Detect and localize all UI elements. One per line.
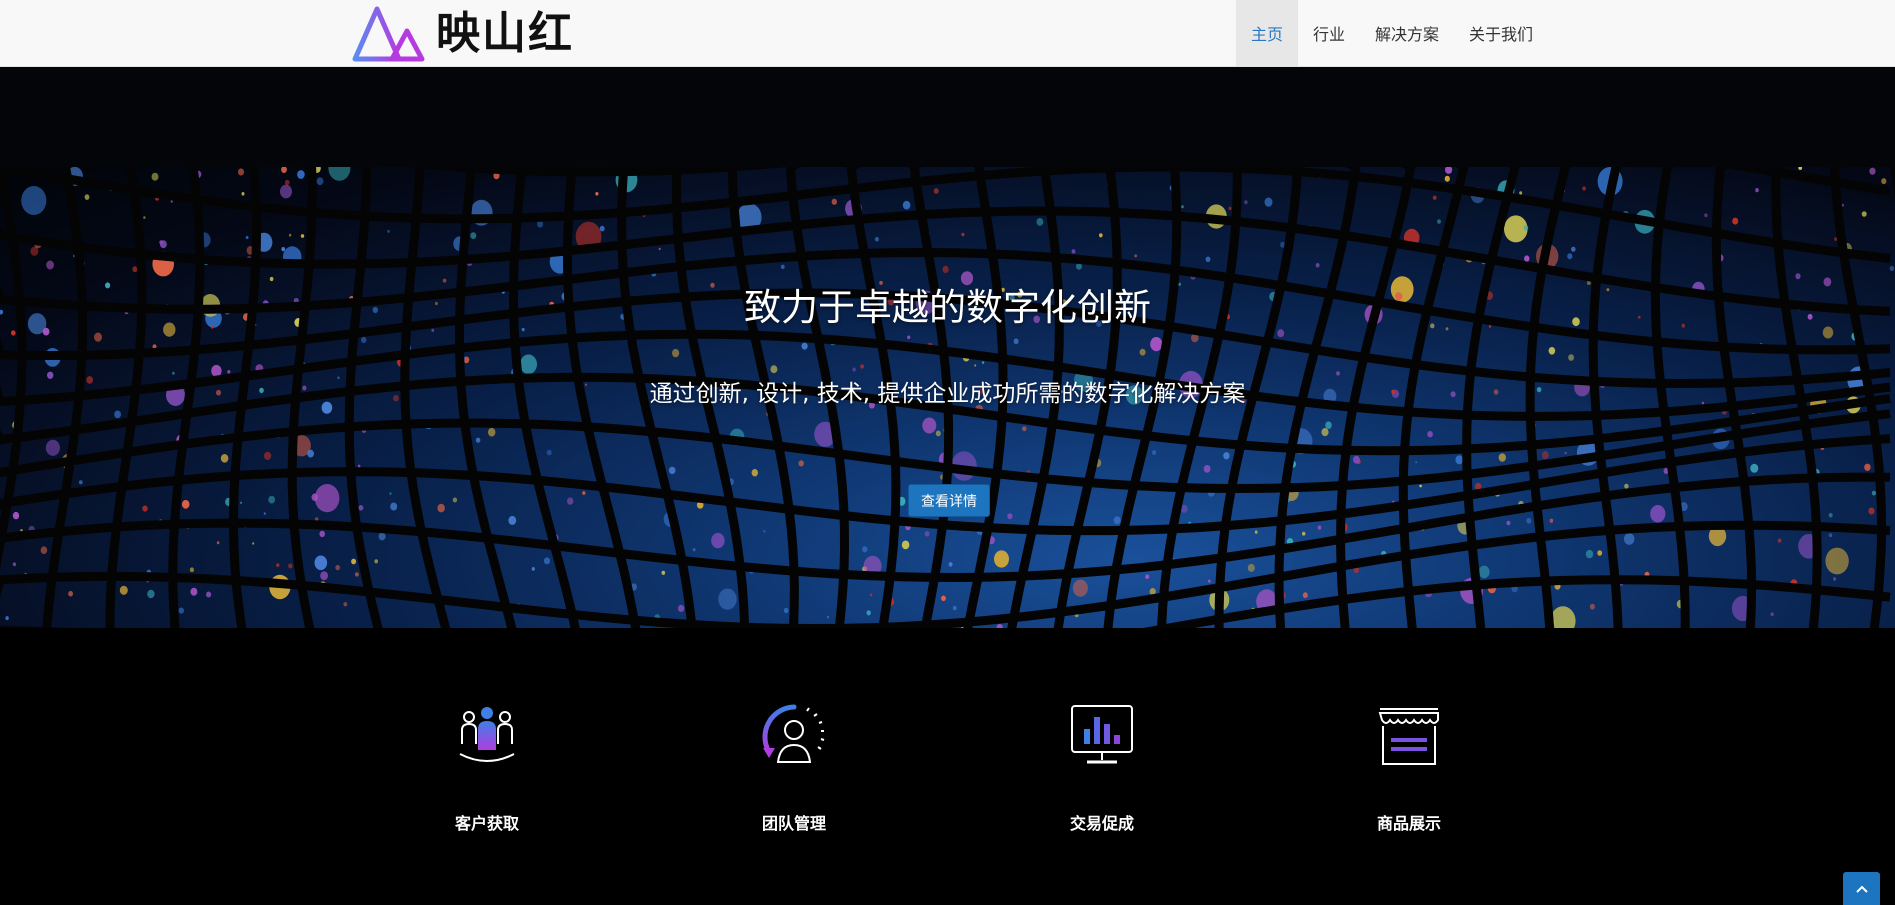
nav-item-about[interactable]: 关于我们 [1454,0,1548,66]
nav-item-home[interactable]: 主页 [1236,0,1299,66]
product-display-icon [1374,702,1444,772]
top-dark-band [0,67,1895,167]
chevron-up-icon [1855,885,1868,893]
customer-acquisition-icon [452,702,522,772]
feature-customer-acquisition[interactable]: 客户获取 [407,702,567,834]
feature-product-display[interactable]: 商品展示 [1329,702,1489,834]
feature-label: 商品展示 [1376,814,1441,833]
nav-item-industry[interactable]: 行业 [1298,0,1360,66]
nav-item-solutions[interactable]: 解决方案 [1360,0,1454,66]
main-nav: 主页 行业 解决方案 关于我们 [1236,0,1548,66]
site-header: 映山红 主页 行业 解决方案 关于我们 [0,0,1895,67]
logo-triangles-icon [352,6,425,62]
hero-banner: 致力于卓越的数字化创新 通过创新, 设计, 技术, 提供企业成功所需的数字化解决… [0,167,1895,628]
deal-closing-icon [1067,702,1137,772]
hero-title: 致力于卓越的数字化创新 [744,286,1151,329]
feature-label: 客户获取 [454,814,519,833]
team-management-icon [759,702,829,772]
brand-logo[interactable]: 映山红 [352,4,574,64]
brand-name: 映山红 [436,8,574,59]
feature-deal-closing[interactable]: 交易促成 [1022,702,1182,834]
features-section: 客户获取 团队管理 交易促成 商品展示 [0,628,1895,905]
feature-label: 团队管理 [761,814,826,833]
hero-subtitle: 通过创新, 设计, 技术, 提供企业成功所需的数字化解决方案 [649,381,1246,407]
feature-label: 交易促成 [1069,814,1134,833]
feature-team-management[interactable]: 团队管理 [714,702,874,834]
view-details-button[interactable]: 查看详情 [908,484,990,517]
scroll-to-top-button[interactable] [1843,872,1880,905]
